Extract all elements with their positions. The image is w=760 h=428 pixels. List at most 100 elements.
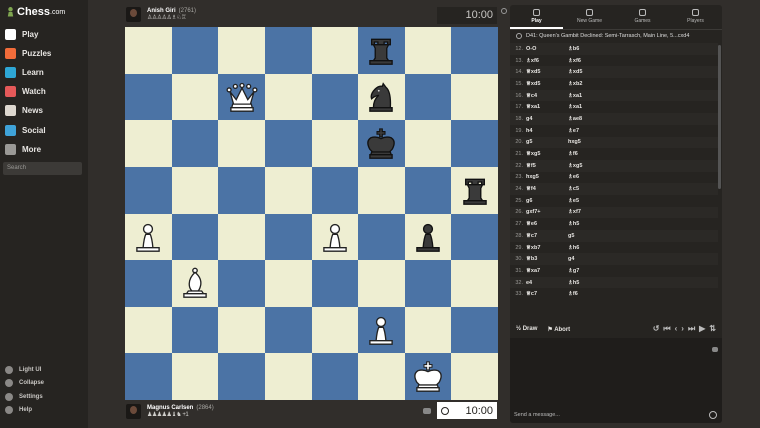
black-knight-icon[interactable] — [361, 77, 401, 117]
black-move[interactable]: ♗xb2 — [568, 81, 610, 87]
square-e6[interactable] — [311, 120, 359, 167]
chat-toggle-icon[interactable] — [712, 347, 718, 352]
black-move[interactable]: ♗c5 — [568, 186, 610, 192]
next-move-icon[interactable]: › — [681, 324, 684, 334]
black-move[interactable]: ♗g7 — [568, 268, 610, 274]
white-move[interactable]: ♕c4 — [526, 93, 568, 99]
black-move[interactable]: g4 — [568, 256, 610, 262]
nav-item-learn[interactable]: Learn — [5, 64, 44, 80]
bottom-player-avatar[interactable] — [126, 404, 141, 419]
black-move[interactable]: ♗h5 — [568, 221, 610, 227]
square-e7[interactable] — [311, 73, 359, 121]
square-a3[interactable] — [125, 260, 172, 307]
white-move[interactable]: g5 — [526, 139, 568, 145]
footer-help[interactable]: Help — [5, 404, 32, 416]
white-queen-icon[interactable] — [222, 77, 262, 117]
square-h8[interactable] — [451, 27, 498, 74]
white-move[interactable]: ♗xf6 — [526, 58, 568, 64]
square-c3[interactable] — [218, 260, 265, 307]
square-h4[interactable] — [451, 213, 498, 261]
black-rook-icon[interactable] — [455, 170, 495, 210]
square-d7[interactable] — [264, 73, 312, 121]
rotate-icon[interactable]: ↺ — [653, 324, 660, 334]
play-moves-icon[interactable]: ▶ — [699, 324, 705, 334]
white-move[interactable]: ♕f4 — [526, 186, 568, 192]
white-move[interactable]: ♕xd5 — [526, 69, 568, 75]
black-move[interactable]: ♗xf7 — [568, 209, 610, 215]
black-move[interactable]: ♗xg5 — [568, 163, 610, 169]
black-move[interactable]: ♗xd5 — [568, 69, 610, 75]
square-h7[interactable] — [451, 73, 498, 121]
footer-light-ui[interactable]: Light UI — [5, 364, 41, 376]
nav-item-social[interactable]: Social — [5, 122, 46, 138]
white-move[interactable]: ♕c7 — [526, 233, 568, 239]
white-move[interactable]: ♕c7 — [526, 291, 568, 297]
black-move[interactable]: ♗f6 — [568, 151, 610, 157]
square-g2[interactable] — [404, 306, 452, 354]
square-a5[interactable] — [125, 166, 172, 214]
white-move[interactable]: ♕xd5 — [526, 81, 568, 87]
white-pawn-icon[interactable] — [361, 310, 401, 350]
nav-item-more[interactable]: More — [5, 141, 41, 157]
square-b5[interactable] — [171, 166, 219, 214]
square-g4[interactable] — [404, 213, 452, 261]
tab-games[interactable]: Games — [616, 5, 669, 29]
black-move[interactable]: ♗e6 — [568, 174, 610, 180]
nav-item-puzzles[interactable]: Puzzles — [5, 45, 51, 61]
white-move[interactable]: ♕f5 — [526, 163, 568, 169]
white-pawn-icon[interactable] — [315, 217, 355, 257]
black-move[interactable]: ♗h5 — [568, 280, 610, 286]
square-h1[interactable] — [451, 353, 498, 400]
white-bishop-icon[interactable] — [175, 263, 215, 303]
black-move[interactable]: ♗f6 — [568, 291, 610, 297]
white-move[interactable]: ♕b3 — [526, 256, 568, 262]
draw-button[interactable]: ½ Draw — [516, 326, 537, 332]
square-g5[interactable] — [404, 166, 452, 214]
white-move[interactable]: ♕xa1 — [526, 104, 568, 110]
square-f3[interactable] — [358, 260, 405, 307]
black-move[interactable]: ♗xa1 — [568, 93, 610, 99]
square-g8[interactable] — [404, 27, 452, 74]
square-b2[interactable] — [171, 306, 219, 354]
square-f6[interactable] — [358, 120, 405, 167]
move-list[interactable]: 12. O-O ♗b6 13. ♗xf6 ♗xf6 14. ♕xd5 ♗xd5 15. ♕xd5 ♗x… — [510, 43, 718, 324]
square-c6[interactable] — [218, 120, 265, 167]
square-d2[interactable] — [264, 306, 312, 354]
square-d3[interactable] — [264, 260, 312, 307]
square-f7[interactable] — [358, 73, 405, 121]
square-e3[interactable] — [311, 260, 359, 307]
black-rook-icon[interactable] — [361, 30, 401, 70]
abort-button[interactable]: ⚑ Abort — [547, 326, 570, 333]
chat-input[interactable]: Send a message... — [514, 412, 560, 418]
nav-item-news[interactable]: News — [5, 102, 43, 118]
white-move[interactable]: e4 — [526, 280, 568, 286]
square-e8[interactable] — [311, 27, 359, 74]
square-a8[interactable] — [125, 27, 172, 74]
square-f2[interactable] — [358, 306, 405, 354]
square-e4[interactable] — [311, 213, 359, 261]
black-move[interactable]: ♗ae8 — [568, 116, 610, 122]
black-move[interactable]: ♗e7 — [568, 128, 610, 134]
white-move[interactable]: hxg5 — [526, 174, 568, 180]
square-h3[interactable] — [451, 260, 498, 307]
square-d5[interactable] — [264, 166, 312, 214]
black-move[interactable]: hxg5 — [568, 139, 610, 145]
move-list-scrollbar[interactable] — [718, 45, 721, 189]
square-e1[interactable] — [311, 353, 359, 400]
square-c8[interactable] — [218, 27, 265, 74]
square-a6[interactable] — [125, 120, 172, 167]
white-move[interactable]: g6 — [526, 198, 568, 204]
square-f4[interactable] — [358, 213, 405, 261]
white-move[interactable]: h4 — [526, 128, 568, 134]
white-move[interactable]: ♕xg5 — [526, 151, 568, 157]
first-move-icon[interactable]: ⏮ — [663, 324, 670, 334]
nav-item-watch[interactable]: Watch — [5, 83, 46, 99]
square-b6[interactable] — [171, 120, 219, 167]
prev-move-icon[interactable]: ‹ — [675, 324, 678, 334]
square-b4[interactable] — [171, 213, 219, 261]
square-a4[interactable] — [125, 213, 172, 261]
flip-board-icon[interactable]: ⇅ — [709, 324, 716, 334]
square-a2[interactable] — [125, 306, 172, 354]
square-g6[interactable] — [404, 120, 452, 167]
square-h2[interactable] — [451, 306, 498, 354]
